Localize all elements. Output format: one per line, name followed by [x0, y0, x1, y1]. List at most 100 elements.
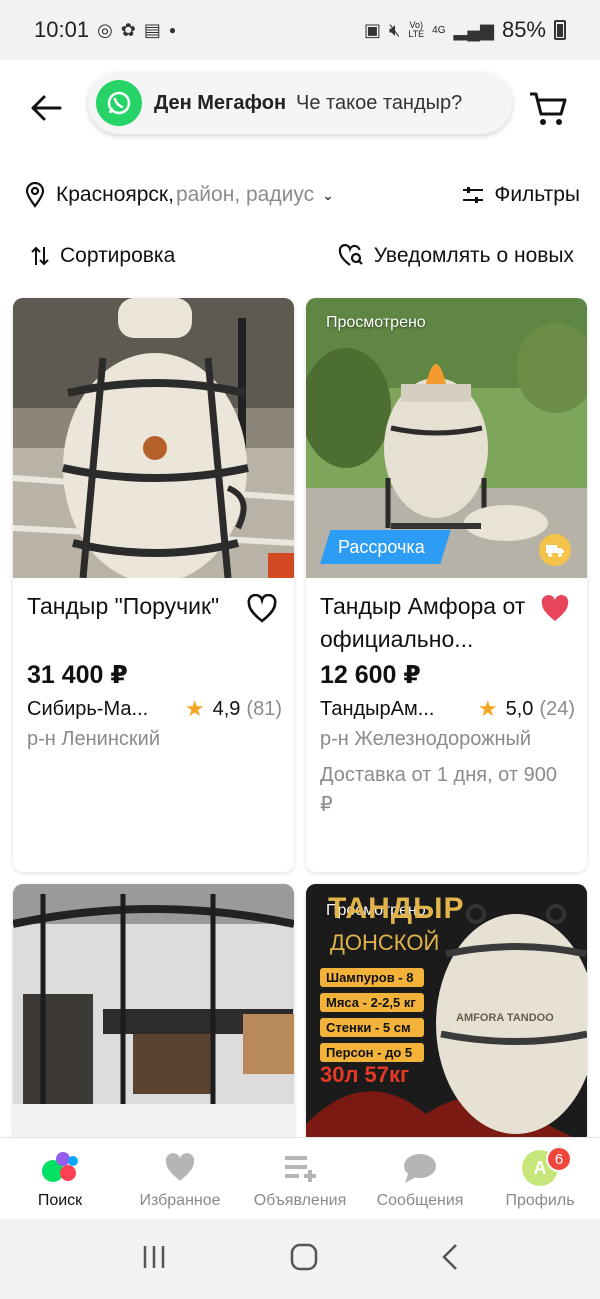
4g-icon: 4G [432, 24, 446, 36]
dot-icon: ● [168, 23, 177, 37]
battery-icon [554, 20, 566, 40]
nav-label: Объявления [253, 1192, 347, 1209]
app-status-icon: ✿ [120, 19, 136, 40]
promo-title: ТАНДЫР [328, 892, 465, 925]
reviews-count: (81) [246, 697, 282, 720]
home-button[interactable] [289, 1242, 319, 1277]
sim-icon: ▣ [363, 19, 381, 40]
sort-icon [31, 246, 49, 266]
listing-price: 12 600 ₽ [320, 661, 421, 689]
listing-title[interactable]: Тандыр Амфора от официально... [320, 590, 530, 656]
filters-label: Фильтры [494, 183, 580, 206]
nav-search[interactable]: Поиск [0, 1138, 120, 1219]
whatsapp-status-icon: ◎ [97, 19, 113, 40]
seller-row: ТандырАм... ★ 5,0 (24) [320, 694, 575, 724]
listing-card[interactable]: Тандыр "Поручик" 31 400 ₽ Сибирь-Ма... ★… [13, 298, 294, 872]
notify-label: Уведомлять о новых [373, 244, 574, 267]
listing-photo[interactable] [13, 298, 294, 578]
listing-title[interactable]: Тандыр "Поручик" [27, 590, 237, 623]
nav-label: Профиль [505, 1192, 575, 1209]
listing-photo[interactable]: Просмотрено ТАНДЫР ДОНСКОЙ Шампуров - 8 … [306, 884, 587, 1144]
promo-spec: Персон - до 5 [320, 1043, 424, 1062]
sort-row: Сортировка Уведомлять о новых [0, 234, 600, 278]
delivery-info: Доставка от 1 дня, от 900 ₽ [320, 764, 557, 816]
nav-label: Избранное [139, 1192, 221, 1209]
viewed-tag: Просмотрено [326, 314, 426, 331]
nav-listings[interactable]: Объявления [240, 1138, 360, 1219]
heart-filled-icon [541, 595, 569, 621]
promo-volume: 30л 57кг [320, 1062, 410, 1087]
volte-icon: Vo) LTE [408, 20, 425, 39]
notification-badge: 6 [546, 1146, 572, 1172]
listing-photo[interactable] [13, 884, 294, 1144]
chat-icon [400, 1150, 440, 1186]
promo-spec-list: Шампуров - 8 Мяса - 2-2,5 кг Стенки - 5 … [320, 968, 424, 1062]
recent-apps-icon [144, 1245, 165, 1268]
delivery-truck-icon [539, 534, 571, 566]
listing-photo[interactable]: Просмотрено Рассрочка [306, 298, 587, 578]
heart-icon [160, 1150, 200, 1186]
search-field[interactable]: Ден Мегафон Че такое тандыр? [88, 72, 512, 134]
top-bar: Ден Мегафон Че такое тандыр? [0, 60, 600, 160]
nav-favorites[interactable]: Избранное [120, 1138, 240, 1219]
nav-profile[interactable]: А 6 Профиль [480, 1138, 600, 1219]
favorite-button[interactable] [539, 594, 571, 624]
location-radius[interactable]: район, радиус [176, 183, 314, 207]
listing-card[interactable]: Просмотрено Рассрочка Тандыр Амфора от о… [306, 298, 587, 872]
system-navigation [0, 1219, 600, 1299]
nav-label: Сообщения [376, 1192, 464, 1209]
notify-new-button[interactable]: Уведомлять о новых [338, 244, 574, 268]
promo-spec: Шампуров - 8 [320, 968, 424, 987]
heart-outline-icon [247, 593, 277, 623]
whatsapp-icon [96, 80, 142, 126]
status-time: 10:01 [34, 17, 90, 42]
calendar-status-icon: ▤ [143, 19, 161, 40]
recent-apps-button[interactable] [140, 1243, 168, 1276]
status-bar: 10:01 ◎ ✿ ▤ ● ▣ 🔇︎ Vo) LTE 4G ▂▄▆ 85% [0, 0, 600, 60]
promo-subtitle: ДОНСКОЙ [330, 930, 440, 955]
promo-spec: Стенки - 5 см [320, 1018, 424, 1037]
battery-percent: 85% [501, 17, 546, 42]
seller-rating: 4,9 [212, 697, 241, 720]
home-icon [290, 1243, 318, 1270]
seller-name[interactable]: Сибирь-Ма... [27, 698, 173, 721]
cart-button[interactable] [528, 88, 570, 130]
chevron-left-icon [441, 1243, 457, 1270]
promo-spec: Мяса - 2-2,5 кг [320, 993, 424, 1012]
seller-rating: 5,0 [505, 697, 534, 720]
sliders-icon [463, 187, 484, 203]
location-city[interactable]: Красноярск, [56, 183, 174, 207]
notification-message: Че такое тандыр? [296, 91, 463, 114]
notification-contact: Ден Мегафон [154, 91, 287, 114]
listing-district: р-н Ленинский [27, 728, 160, 750]
sort-button[interactable]: Сортировка [30, 244, 175, 268]
star-icon: ★ [477, 696, 498, 721]
listing-price: 31 400 ₽ [27, 661, 128, 689]
chevron-down-icon[interactable]: ⌄ [322, 187, 334, 204]
add-listing-icon [280, 1150, 320, 1186]
location-row: Красноярск, район, радиус ⌄ Фильтры [0, 172, 600, 218]
promo-brand: AMFORA TANDOO [456, 1012, 554, 1024]
search-dots-icon [40, 1150, 80, 1186]
bottom-navigation: Поиск Избранное Объявления Сообщения А 6… [0, 1137, 600, 1219]
mute-icon: 🔇︎ [388, 19, 401, 40]
location-pin-icon [25, 182, 45, 208]
listing-district: р-н Железнодорожный [320, 728, 532, 750]
arrow-left-icon [31, 95, 62, 121]
nav-label: Поиск [37, 1192, 83, 1209]
filters-button[interactable]: Фильтры [462, 183, 580, 207]
star-icon: ★ [184, 696, 205, 721]
listing-card[interactable] [13, 884, 294, 1144]
back-button[interactable] [26, 88, 66, 128]
seller-name[interactable]: ТандырАм... [320, 698, 466, 721]
cart-icon [530, 92, 567, 125]
installment-badge: Рассрочка [320, 530, 451, 564]
listing-card[interactable]: Просмотрено ТАНДЫР ДОНСКОЙ Шампуров - 8 … [306, 884, 587, 1144]
favorite-button[interactable] [246, 593, 278, 624]
seller-row: Сибирь-Ма... ★ 4,9 (81) [27, 694, 282, 724]
heart-search-icon [338, 244, 363, 266]
reviews-count: (24) [539, 697, 575, 720]
sort-label: Сортировка [60, 244, 176, 267]
system-back-button[interactable] [440, 1242, 460, 1277]
nav-messages[interactable]: Сообщения [360, 1138, 480, 1219]
